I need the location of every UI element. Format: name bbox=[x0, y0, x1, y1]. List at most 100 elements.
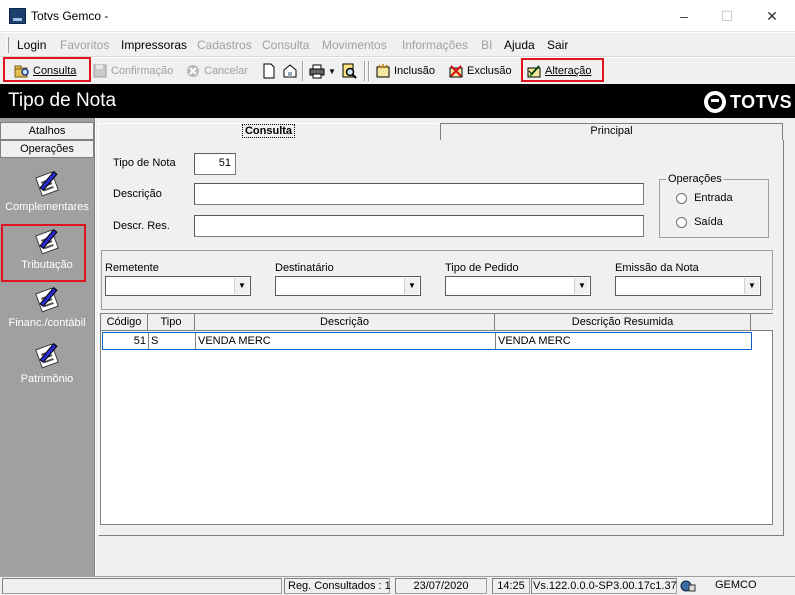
shortcut-financ-contabil[interactable]: Financ./contábil bbox=[0, 284, 94, 329]
toolbar-separator bbox=[302, 61, 304, 81]
remetente-label: Remetente bbox=[105, 262, 159, 274]
tipo-nota-input[interactable]: 51 bbox=[194, 153, 236, 175]
page-header: Tipo de Nota TOTVS bbox=[0, 84, 795, 118]
inclusao-label: Inclusão bbox=[394, 65, 435, 77]
chevron-down-icon[interactable]: ▼ bbox=[234, 278, 249, 294]
delete-record-icon bbox=[448, 63, 464, 79]
tab-principal[interactable]: Principal bbox=[440, 123, 783, 140]
destinatario-label: Destinatário bbox=[275, 262, 334, 274]
emissao-label: Emissão da Nota bbox=[615, 262, 699, 274]
status-registros: Reg. Consultados : 1 bbox=[284, 578, 391, 594]
shortcut-tributacao[interactable]: Tributação bbox=[0, 226, 94, 271]
status-bar: Reg. Consultados : 1 23/07/2020 14:25 Vs… bbox=[0, 576, 795, 595]
status-version: Vs.122.0.0.0-SP3.00.17c1.37 bbox=[531, 578, 677, 594]
shortcut-label: Patrimônio bbox=[20, 373, 74, 385]
shortcut-label: Complementares bbox=[5, 201, 89, 213]
chevron-down-icon[interactable]: ▼ bbox=[328, 67, 336, 76]
menu-favoritos[interactable]: Favoritos bbox=[60, 38, 109, 52]
edit-record-icon bbox=[526, 63, 542, 79]
confirmacao-button[interactable]: Confirmação bbox=[92, 61, 173, 81]
status-cell-empty bbox=[2, 578, 282, 594]
magnifier-page-icon bbox=[341, 63, 357, 79]
document-pen-icon bbox=[32, 284, 62, 314]
column-header-tipo[interactable]: Tipo bbox=[148, 314, 195, 331]
destinatario-select[interactable]: ▼ bbox=[275, 276, 421, 296]
toolbar-separator bbox=[368, 61, 370, 81]
saida-label: Saída bbox=[694, 216, 723, 228]
document-pen-icon bbox=[32, 226, 62, 256]
alteracao-button[interactable]: Alteração bbox=[526, 61, 591, 81]
menu-sair[interactable]: Sair bbox=[547, 38, 568, 52]
saida-radio[interactable]: Saída bbox=[676, 216, 723, 228]
menu-informacoes[interactable]: Informações bbox=[402, 38, 468, 52]
menu-impressoras[interactable]: Impressoras bbox=[121, 38, 187, 52]
menu-movimentos[interactable]: Movimentos bbox=[322, 38, 387, 52]
shortcut-patrimonio[interactable]: Patrimônio bbox=[0, 340, 94, 385]
status-module: GEMCO bbox=[715, 579, 757, 591]
chevron-down-icon[interactable]: ▼ bbox=[744, 278, 759, 294]
tab-atalhos[interactable]: Atalhos bbox=[0, 122, 94, 140]
inclusao-button[interactable]: Inclusão bbox=[375, 61, 435, 81]
descr-res-input[interactable] bbox=[194, 215, 644, 237]
cell-codigo: 51 bbox=[103, 333, 149, 349]
tipo-pedido-label: Tipo de Pedido bbox=[445, 262, 519, 274]
exclusao-button[interactable]: Exclusão bbox=[448, 61, 512, 81]
menu-login[interactable]: Login bbox=[17, 38, 46, 52]
menu-consulta[interactable]: Consulta bbox=[262, 38, 309, 52]
confirmacao-label: Confirmação bbox=[111, 65, 174, 77]
menu-cadastros[interactable]: Cadastros bbox=[197, 38, 252, 52]
tab-consulta[interactable]: Consulta bbox=[98, 123, 438, 140]
results-grid[interactable]: Código Tipo Descrição Descrição Resumida… bbox=[100, 313, 773, 525]
cell-descricao: VENDA MERC bbox=[196, 333, 496, 349]
tipo-nota-label: Tipo de Nota bbox=[113, 157, 176, 169]
menu-grip bbox=[6, 37, 9, 53]
export-button[interactable] bbox=[282, 61, 298, 81]
blank-page-icon bbox=[261, 63, 277, 79]
cancelar-label: Cancelar bbox=[204, 65, 249, 77]
app-icon bbox=[9, 8, 26, 24]
totvs-ring-icon bbox=[704, 91, 726, 113]
table-row[interactable]: 51 S VENDA MERC VENDA MERC bbox=[102, 332, 752, 350]
radio-icon bbox=[676, 216, 687, 228]
consulta-button[interactable]: Consulta bbox=[14, 61, 76, 81]
shortcut-complementares[interactable]: Complementares bbox=[0, 168, 94, 213]
cancelar-button[interactable]: Cancelar bbox=[185, 61, 248, 81]
cell-tipo: S bbox=[149, 333, 196, 349]
remetente-select[interactable]: ▼ bbox=[105, 276, 251, 296]
menu-bi[interactable]: BI bbox=[481, 38, 492, 52]
tipo-pedido-select[interactable]: ▼ bbox=[445, 276, 591, 296]
toolbar-separator bbox=[364, 61, 366, 81]
window-title: Totvs Gemco - bbox=[31, 9, 109, 23]
cancel-icon bbox=[185, 63, 201, 79]
close-icon[interactable]: ✕ bbox=[749, 0, 795, 32]
add-record-icon bbox=[375, 63, 391, 79]
new-document-button[interactable] bbox=[261, 61, 277, 81]
entrada-radio[interactable]: Entrada bbox=[676, 192, 733, 204]
chevron-down-icon[interactable]: ▼ bbox=[574, 278, 589, 294]
tab-consulta-label: Consulta bbox=[241, 124, 296, 138]
cell-descricao-resumida: VENDA MERC bbox=[498, 335, 571, 347]
print-button[interactable]: ▼ bbox=[309, 61, 336, 81]
printer-icon bbox=[309, 63, 325, 79]
save-icon bbox=[92, 63, 108, 79]
consulta-label: Consulta bbox=[33, 65, 77, 77]
column-header-codigo[interactable]: Código bbox=[101, 314, 148, 331]
chevron-down-icon[interactable]: ▼ bbox=[404, 278, 419, 294]
radio-icon bbox=[676, 192, 687, 204]
descr-res-label: Descr. Res. bbox=[113, 220, 170, 232]
column-header-descricao-resumida[interactable]: Descrição Resumida bbox=[495, 314, 751, 331]
totvs-wordmark: TOTVS bbox=[730, 91, 793, 112]
menu-ajuda[interactable]: Ajuda bbox=[504, 38, 535, 52]
minimize-icon[interactable]: – bbox=[661, 0, 707, 32]
document-pen-icon bbox=[32, 340, 62, 370]
network-icon bbox=[680, 579, 696, 593]
emissao-select[interactable]: ▼ bbox=[615, 276, 761, 296]
descricao-input[interactable] bbox=[194, 183, 644, 205]
column-header-descricao[interactable]: Descrição bbox=[195, 314, 495, 331]
tab-operacoes[interactable]: Operações bbox=[0, 140, 94, 158]
alteracao-label: Alteração bbox=[545, 65, 592, 77]
search-doc-button[interactable] bbox=[341, 61, 357, 81]
folder-search-icon bbox=[14, 63, 30, 79]
maximize-icon[interactable]: ☐ bbox=[704, 0, 750, 32]
totvs-logo: TOTVS bbox=[704, 91, 792, 113]
